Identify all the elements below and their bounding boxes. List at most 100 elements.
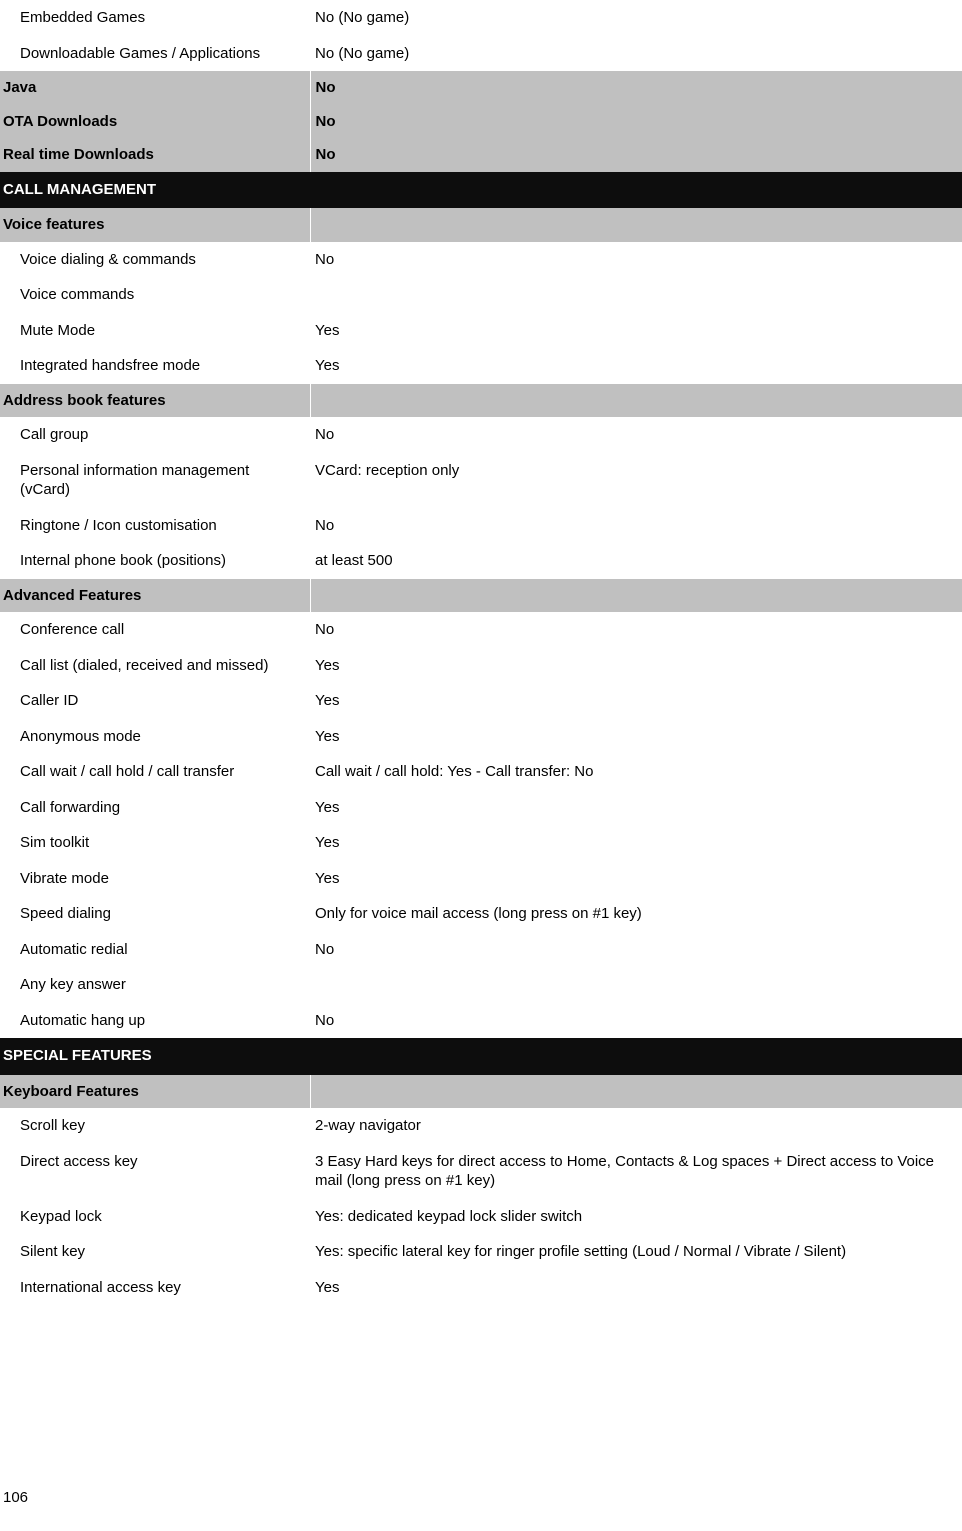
spec-row: Ringtone / Icon customisation No	[0, 507, 962, 543]
spec-label: Keypad lock	[0, 1198, 310, 1234]
spec-row: Internal phone book (positions) at least …	[0, 543, 962, 579]
spec-label: Voice dialing & commands	[0, 241, 310, 277]
group-header-row: Java No	[0, 71, 962, 105]
spec-value: 2-way navigator	[310, 1108, 962, 1144]
spec-row: Integrated handsfree mode Yes	[0, 348, 962, 384]
spec-label: Integrated handsfree mode	[0, 348, 310, 384]
spec-label: Sim toolkit	[0, 825, 310, 861]
spec-label: Scroll key	[0, 1108, 310, 1144]
group-header-row: Voice features	[0, 208, 962, 242]
spec-label: Personal information management (vCard)	[0, 452, 310, 508]
spec-row: Voice commands	[0, 277, 962, 313]
spec-label: Vibrate mode	[0, 860, 310, 896]
spec-row: Conference call No	[0, 612, 962, 648]
spec-label: Silent key	[0, 1234, 310, 1270]
spec-value: Yes	[310, 647, 962, 683]
specification-table: Embedded Games No (No game) Downloadable G…	[0, 0, 962, 1305]
spec-label: Call list (dialed, received and missed)	[0, 647, 310, 683]
section-header-row: CALL MANAGEMENT	[0, 171, 962, 208]
spec-value: No	[310, 417, 962, 453]
group-header-value: No	[310, 71, 962, 105]
group-header-value	[310, 208, 962, 242]
spec-value: No (No game)	[310, 35, 962, 71]
spec-row: Automatic redial No	[0, 931, 962, 967]
empty-value	[316, 391, 953, 411]
spec-value: at least 500	[310, 543, 962, 579]
spec-value: No (No game)	[310, 0, 962, 36]
spec-value: Yes	[310, 1269, 962, 1305]
spec-label: Automatic redial	[0, 931, 310, 967]
group-header-value	[310, 383, 962, 417]
spec-label: Mute Mode	[0, 312, 310, 348]
spec-label: Speed dialing	[0, 896, 310, 932]
spec-value: Yes	[310, 312, 962, 348]
group-header-value: No	[310, 104, 962, 138]
spec-label: Ringtone / Icon customisation	[0, 507, 310, 543]
spec-label: Conference call	[0, 612, 310, 648]
spec-value: Yes	[310, 348, 962, 384]
group-header-row: Address book features	[0, 383, 962, 417]
group-header-label: Real time Downloads	[0, 138, 311, 172]
spec-value: No	[310, 931, 962, 967]
spec-value: No	[310, 507, 962, 543]
spec-value: Yes	[310, 683, 962, 719]
spec-value: Yes: dedicated keypad lock slider switch	[310, 1198, 962, 1234]
spec-label: Downloadable Games / Applications	[0, 35, 310, 71]
spec-row: Silent key Yes: specific lateral key for …	[0, 1234, 962, 1270]
spec-row: Vibrate mode Yes	[0, 860, 962, 896]
spec-row: Keypad lock Yes: dedicated keypad lock sl…	[0, 1198, 962, 1234]
group-header-row: Real time Downloads No	[0, 138, 962, 172]
spec-label: Call group	[0, 417, 310, 453]
spec-value: Yes: specific lateral key for ringer pro…	[310, 1234, 962, 1270]
spec-row: Call list (dialed, received and missed) Y…	[0, 647, 962, 683]
spec-value: Yes	[310, 789, 962, 825]
empty-value	[315, 975, 952, 995]
spec-value	[310, 967, 962, 1003]
spec-value: No	[310, 612, 962, 648]
spec-row: Speed dialing Only for voice mail access …	[0, 896, 962, 932]
group-header-row: OTA Downloads No	[0, 104, 962, 138]
spec-label: Internal phone book (positions)	[0, 543, 310, 579]
group-header-label: Address book features	[0, 383, 311, 417]
spec-value: Yes	[310, 860, 962, 896]
spec-value: 3 Easy Hard keys for direct access to Ho…	[310, 1143, 962, 1199]
spec-label: Call wait / call hold / call transfer	[0, 754, 310, 790]
spec-row: Embedded Games No (No game)	[0, 0, 962, 36]
spec-value: Only for voice mail access (long press o…	[310, 896, 962, 932]
group-header-row: Advanced Features	[0, 578, 962, 612]
spec-row: Any key answer	[0, 967, 962, 1003]
spec-value: Yes	[310, 825, 962, 861]
spec-label: Embedded Games	[0, 0, 310, 36]
group-header-label: Voice features	[0, 208, 311, 242]
spec-row: Call wait / call hold / call transfer Cal…	[0, 754, 962, 790]
group-header-value: No	[310, 138, 962, 172]
spec-row: Caller ID Yes	[0, 683, 962, 719]
spec-row: Downloadable Games / Applications No (No …	[0, 35, 962, 71]
spec-value: No	[310, 241, 962, 277]
spec-label: Direct access key	[0, 1143, 310, 1199]
spec-row: Direct access key 3 Easy Hard keys for di…	[0, 1143, 962, 1199]
spec-row: Anonymous mode Yes	[0, 718, 962, 754]
group-header-row: Keyboard Features	[0, 1074, 962, 1108]
spec-value: Yes	[310, 718, 962, 754]
empty-value	[315, 285, 952, 305]
spec-label: International access key	[0, 1269, 310, 1305]
spec-label: Automatic hang up	[0, 1002, 310, 1038]
specification-table-body: Embedded Games No (No game) Downloadable G…	[0, 0, 962, 1305]
spec-row: Automatic hang up No	[0, 1002, 962, 1038]
spec-label: Any key answer	[0, 967, 310, 1003]
spec-row: Voice dialing & commands No	[0, 241, 962, 277]
spec-label: Call forwarding	[0, 789, 310, 825]
spec-value: VCard: reception only	[310, 452, 962, 508]
group-header-label: Java	[0, 71, 311, 105]
spec-row: International access key Yes	[0, 1269, 962, 1305]
group-header-value	[310, 578, 962, 612]
group-header-label: Advanced Features	[0, 578, 311, 612]
group-header-value	[310, 1074, 962, 1108]
empty-value	[316, 1082, 953, 1102]
spec-value: No	[310, 1002, 962, 1038]
spec-row: Scroll key 2-way navigator	[0, 1108, 962, 1144]
spec-label: Anonymous mode	[0, 718, 310, 754]
spec-value: Call wait / call hold: Yes - Call transf…	[310, 754, 962, 790]
page-number: 106	[3, 1489, 29, 1506]
